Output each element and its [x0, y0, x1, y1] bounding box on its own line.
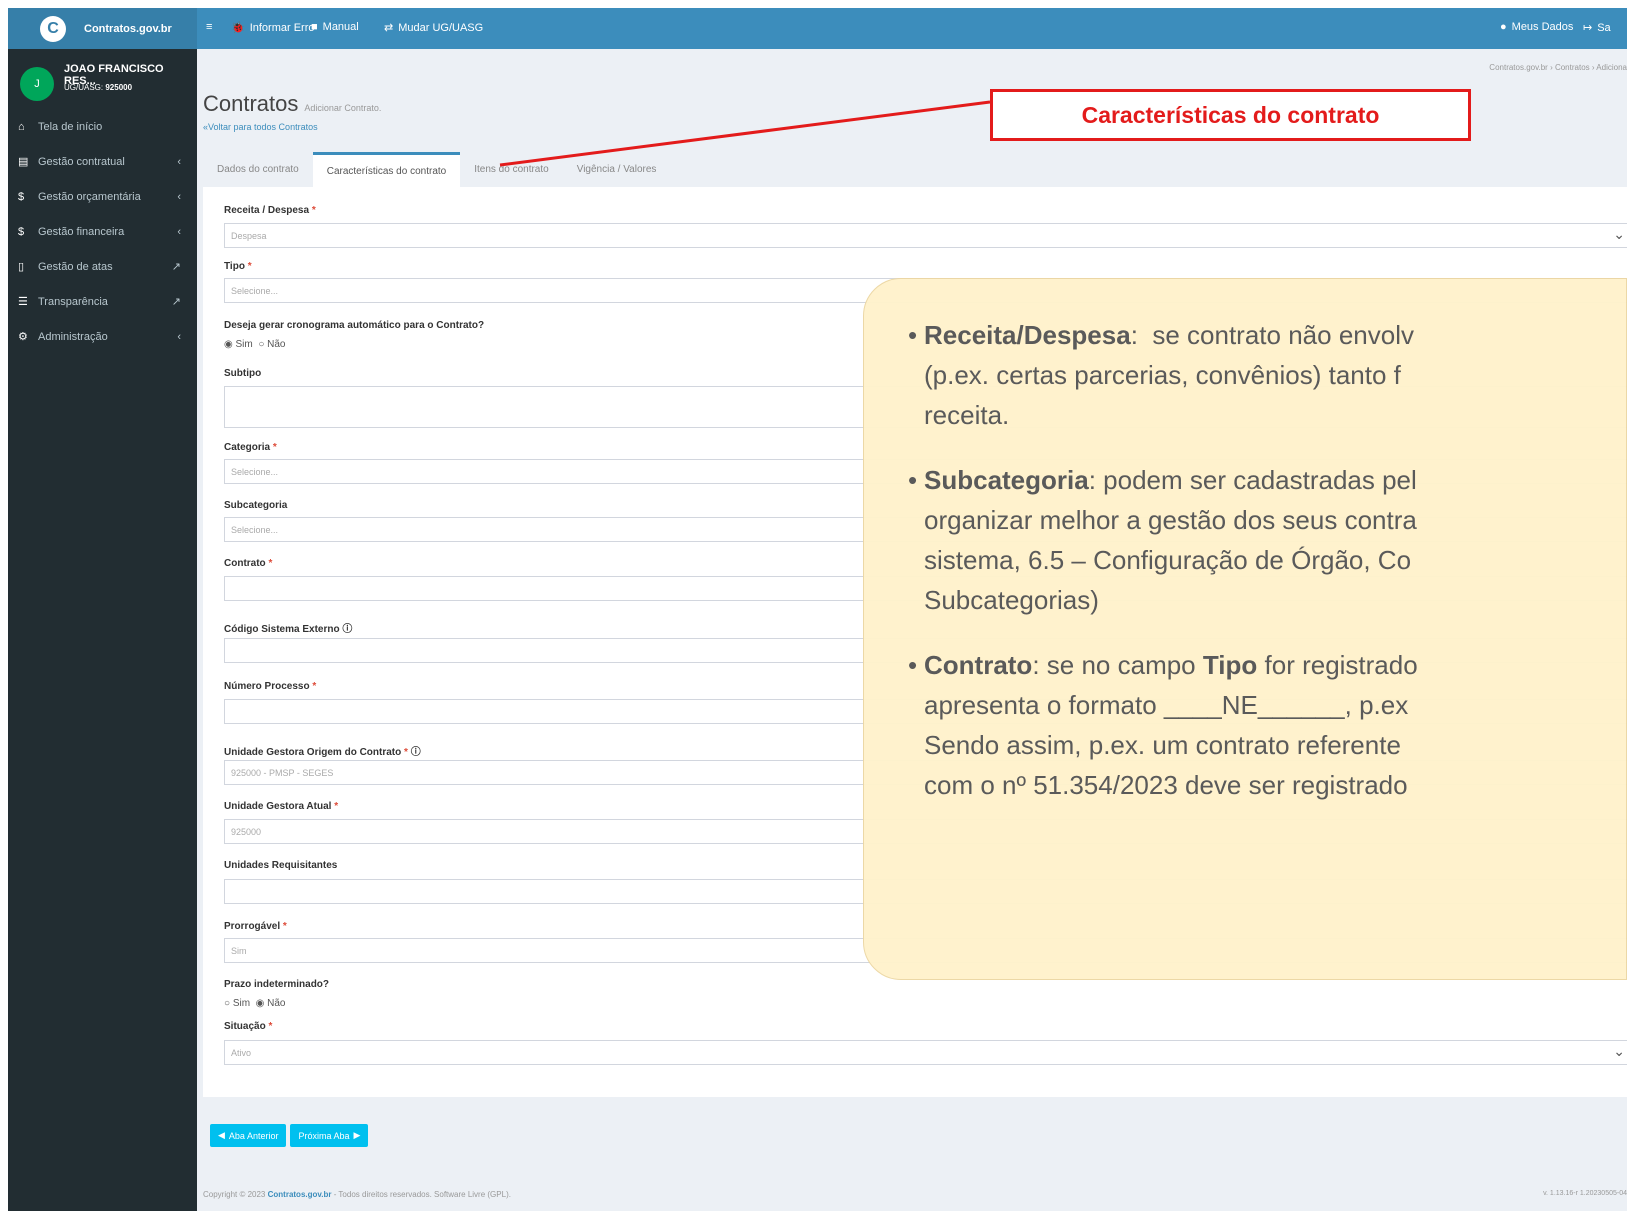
note-text: com o nº 51.354/2023 deve ser registrado — [924, 770, 1408, 800]
bullet: • — [908, 650, 918, 680]
callout-line — [499, 100, 991, 167]
note-text: receita. — [924, 400, 1010, 430]
callout-box: Características do contrato — [990, 89, 1471, 141]
note-text: : se no campo — [1032, 650, 1203, 680]
bullet: • — [908, 320, 918, 350]
note-bold: Receita/Despesa — [924, 320, 1131, 350]
note-text: : podem ser cadastradas pel — [1088, 465, 1417, 495]
annotation-note: • Receita/Despesa: se contrato não envolv… — [863, 278, 1627, 980]
note-bold: Contrato — [924, 650, 1033, 680]
note-receita: • Receita/Despesa: se contrato não envolv… — [908, 315, 1626, 435]
note-bold: Tipo — [1202, 650, 1258, 680]
note-text: sistema, 6.5 – Configuração de Órgão, Co — [924, 545, 1412, 575]
note-text: Subcategorias) — [924, 585, 1099, 615]
note-text: apresenta o formato ____NE______, p.ex — [924, 690, 1409, 720]
note-text: for registrado — [1257, 650, 1418, 680]
note-text: : se contrato não envolv — [1130, 320, 1414, 350]
note-bold: Subcategoria — [924, 465, 1089, 495]
note-text: organizar melhor a gestão dos seus contr… — [924, 505, 1417, 535]
bullet: • — [908, 465, 918, 495]
note-text: Sendo assim, p.ex. um contrato referente — [924, 730, 1401, 760]
note-text: (p.ex. certas parcerias, convênios) tant… — [924, 360, 1401, 390]
note-subcategoria: • Subcategoria: podem ser cadastradas pel… — [908, 460, 1626, 620]
note-contrato: • Contrato: se no campo Tipo for registra… — [908, 645, 1626, 805]
